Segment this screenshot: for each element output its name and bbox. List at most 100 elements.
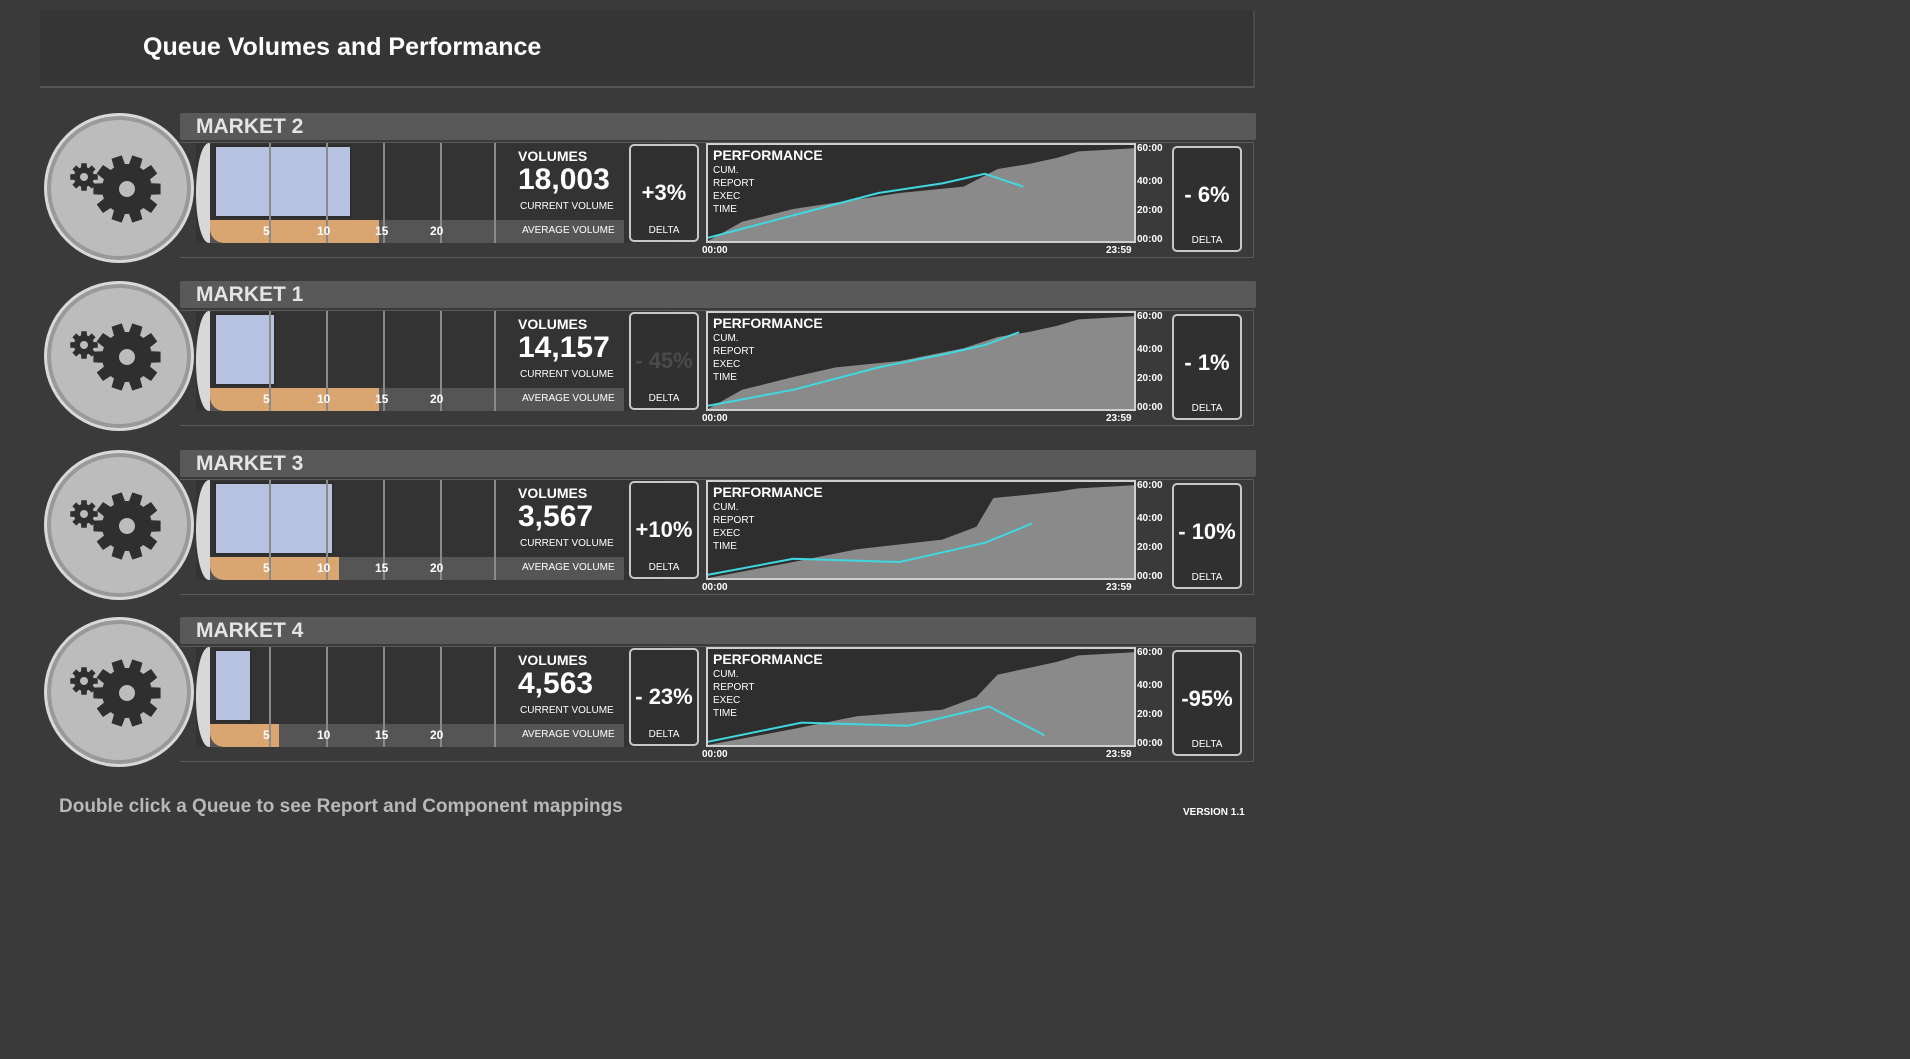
volume-delta-box: - 45% DELTA <box>629 312 699 410</box>
version-label: VERSION 1.1 <box>1183 807 1245 818</box>
perf-sub-line: EXEC <box>713 359 741 370</box>
x-tick: 23:59 <box>1106 245 1132 256</box>
performance-chart: PERFORMANCE CUM. REPORT EXEC TIME <box>706 311 1136 411</box>
perf-sub-line: TIME <box>713 372 737 383</box>
scale-tick: 10 <box>317 728 331 742</box>
current-volume-bar <box>214 649 252 722</box>
scale-tick: 20 <box>430 224 444 238</box>
performance-title: PERFORMANCE <box>713 651 823 667</box>
performance-title: PERFORMANCE <box>713 147 823 163</box>
volume-delta-box: +3% DELTA <box>629 144 699 242</box>
y-tick: 60:00 <box>1137 311 1163 322</box>
y-tick: 20:00 <box>1137 542 1163 553</box>
perf-sub-line: TIME <box>713 541 737 552</box>
x-tick: 23:59 <box>1106 582 1132 593</box>
gear-hole <box>80 173 88 181</box>
perf-sub-line: REPORT <box>713 178 755 189</box>
performance-delta-box: - 1% DELTA <box>1172 314 1242 420</box>
scale-line <box>494 647 496 747</box>
gear-hole <box>119 181 135 197</box>
volumes-label: VOLUMES <box>518 652 588 668</box>
market-name: MARKET 3 <box>196 452 304 475</box>
delta-label: DELTA <box>648 729 680 740</box>
market-row[interactable]: MARKET 3 5 10 15 20 VOLUMES 3,567 CURREN… <box>44 450 1256 600</box>
perf-sub-line: TIME <box>713 708 737 719</box>
current-volume-bar <box>214 482 334 555</box>
volume-delta-box: +10% DELTA <box>629 481 699 579</box>
y-tick: 00:00 <box>1137 402 1163 413</box>
gear-hole <box>119 349 135 365</box>
market-header: MARKET 1 <box>180 281 1256 308</box>
performance-subtitle: CUM. REPORT EXEC TIME <box>713 501 755 553</box>
x-tick: 23:59 <box>1106 749 1132 760</box>
current-volume-value: 18,003 <box>518 163 610 196</box>
scale-tick: 5 <box>263 224 270 238</box>
performance-delta-value: - 6% <box>1184 182 1230 207</box>
performance-chart: PERFORMANCE CUM. REPORT EXEC TIME <box>706 480 1136 580</box>
footer-hint: Double click a Queue to see Report and C… <box>59 796 623 817</box>
performance-delta-value: - 10% <box>1178 519 1236 544</box>
delta-label: DELTA <box>648 562 680 573</box>
y-tick: 20:00 <box>1137 205 1163 216</box>
performance-title: PERFORMANCE <box>713 315 823 331</box>
y-tick: 00:00 <box>1137 738 1163 749</box>
performance-subtitle: CUM. REPORT EXEC TIME <box>713 332 755 384</box>
scale-tick: 15 <box>375 561 389 575</box>
scale-tick: 20 <box>430 728 444 742</box>
delta-label: DELTA <box>648 225 680 236</box>
current-volume-bar <box>214 145 352 218</box>
queue-gear-button[interactable] <box>44 281 194 431</box>
volume-delta-value: - 45% <box>635 348 693 373</box>
y-tick: 60:00 <box>1137 480 1163 491</box>
perf-sub-line: EXEC <box>713 191 741 202</box>
current-volume-label: CURRENT VOLUME <box>520 201 614 212</box>
gear-hole <box>80 341 88 349</box>
scale-line <box>494 480 496 580</box>
average-volume-label: AVERAGE VOLUME <box>522 729 615 740</box>
queue-gear-button[interactable] <box>44 113 194 263</box>
y-tick: 60:00 <box>1137 143 1163 154</box>
perf-sub-line: CUM. <box>713 502 739 513</box>
delta-label: DELTA <box>1191 572 1223 583</box>
scale-tick: 5 <box>263 392 270 406</box>
queue-gear-button[interactable] <box>44 617 194 767</box>
volumes-label: VOLUMES <box>518 316 588 332</box>
market-row[interactable]: MARKET 1 5 10 15 20 VOLUMES 14,157 CURRE… <box>44 281 1256 431</box>
delta-label: DELTA <box>648 393 680 404</box>
scale-line <box>494 143 496 243</box>
performance-delta-box: -95% DELTA <box>1172 650 1242 756</box>
performance-delta-value: - 1% <box>1184 350 1230 375</box>
current-volume-value: 4,563 <box>518 667 594 700</box>
performance-delta-value: -95% <box>1181 686 1233 711</box>
queue-gear-button[interactable] <box>44 450 194 600</box>
current-volume-value: 14,157 <box>518 331 610 364</box>
scale-tick: 10 <box>317 561 331 575</box>
y-tick: 20:00 <box>1137 373 1163 384</box>
perf-sub-line: TIME <box>713 204 737 215</box>
average-volume-bar <box>210 220 379 243</box>
scale-tick: 10 <box>317 392 331 406</box>
volume-delta-box: - 23% DELTA <box>629 648 699 746</box>
y-tick: 20:00 <box>1137 709 1163 720</box>
y-tick: 00:00 <box>1137 571 1163 582</box>
volumes-label: VOLUMES <box>518 485 588 501</box>
market-row[interactable]: MARKET 2 5 10 15 20 VOLUMES 18,003 CURRE… <box>44 113 1256 263</box>
market-name: MARKET 4 <box>196 619 304 642</box>
perf-sub-line: CUM. <box>713 333 739 344</box>
average-volume-label: AVERAGE VOLUME <box>522 562 615 573</box>
performance-subtitle: CUM. REPORT EXEC TIME <box>713 668 755 720</box>
gear-hole <box>80 510 88 518</box>
market-row[interactable]: MARKET 4 5 10 15 20 VOLUMES 4,563 CURREN… <box>44 617 1256 767</box>
gear-hole <box>80 677 88 685</box>
average-volume-bar <box>210 388 379 411</box>
performance-chart: PERFORMANCE CUM. REPORT EXEC TIME <box>706 647 1136 747</box>
gear-icon <box>70 155 161 223</box>
current-volume-value: 3,567 <box>518 500 594 533</box>
performance-delta-box: - 6% DELTA <box>1172 146 1242 252</box>
scale-tick: 15 <box>375 224 389 238</box>
x-tick: 00:00 <box>702 245 728 256</box>
volume-delta-value: - 23% <box>635 684 693 709</box>
gear-hole <box>119 685 135 701</box>
scale-tick: 5 <box>263 561 270 575</box>
market-name: MARKET 1 <box>196 283 304 306</box>
